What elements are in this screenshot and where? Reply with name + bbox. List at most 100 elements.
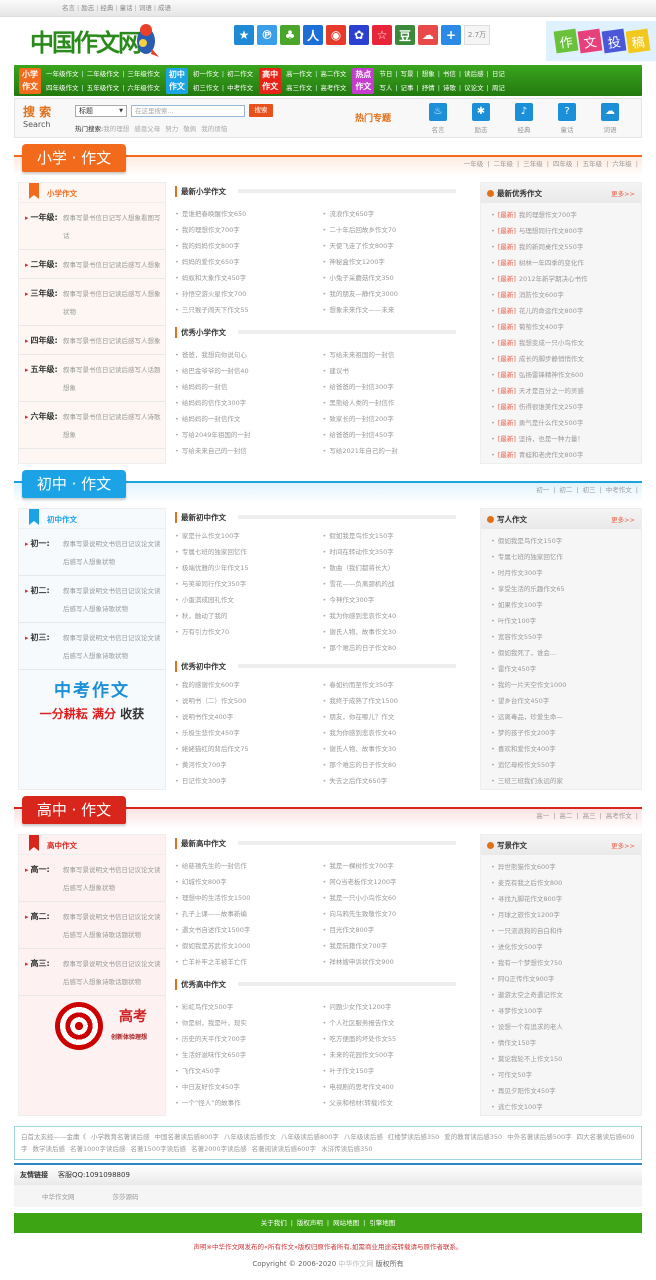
article-link[interactable]: 今神作文300字 <box>323 592 471 608</box>
grade-link[interactable]: 五年级 <box>583 160 603 168</box>
nav-link[interactable]: 初二作文 <box>227 70 253 78</box>
grade-tag[interactable]: 议论文 <box>135 913 155 921</box>
article-link[interactable]: 问题少女作文1200字 <box>323 999 471 1015</box>
grade-name[interactable]: 初一: <box>25 535 63 571</box>
tag-link[interactable]: 名著1500字读后感 <box>131 1145 187 1153</box>
grade-tag[interactable]: 叙事 <box>63 413 76 421</box>
nav-link[interactable]: 高三作文 <box>286 84 312 92</box>
nav-link[interactable]: 二年级作文 <box>87 70 120 78</box>
share-count[interactable]: 2.7万 <box>464 25 490 45</box>
article-link[interactable]: 与笑单同行作文350字 <box>175 576 323 592</box>
footer-link[interactable]: 版权声明 <box>297 1219 323 1227</box>
grade-tag[interactable]: 写景 <box>76 540 89 548</box>
more-link[interactable]: 更多>> <box>611 514 635 524</box>
grade-tag[interactable]: 诗歌 <box>102 652 115 660</box>
article-link[interactable]: 阿Q当老板作文1200字 <box>323 874 471 890</box>
grade-tag[interactable]: 写人 <box>76 605 89 613</box>
grade-tag[interactable]: 想象 <box>148 290 161 298</box>
featured-item[interactable]: 一只流浪狗的自白和件 <box>491 923 641 939</box>
grade-tag[interactable]: 写人 <box>135 290 148 298</box>
tag-link[interactable]: 八年级读后感作文 <box>224 1133 276 1141</box>
article-link[interactable]: 我的妈妈作文800字 <box>175 238 323 254</box>
grade-tag[interactable]: 日记 <box>122 913 135 921</box>
article-link[interactable]: 假如我是苏武作文1000 <box>175 938 323 954</box>
tag-link[interactable]: 名著阅读读后感600字 <box>252 1145 316 1153</box>
grade-tag[interactable]: 写景 <box>76 214 89 222</box>
article-link[interactable]: 孙悟空游火星作文700 <box>175 286 323 302</box>
plus-icon[interactable]: + <box>441 25 461 45</box>
featured-item[interactable]: [最新]葡萄作文400字 <box>491 319 641 335</box>
featured-item[interactable]: 追忆母校作文550字 <box>491 757 641 773</box>
grade-name[interactable]: 初三: <box>25 629 63 665</box>
article-link[interactable]: 给巴金爷爷的一封信40 <box>175 363 323 379</box>
featured-item[interactable]: 三班三班我们永远的家 <box>491 773 641 789</box>
tag-link[interactable]: 白首太玄经——金庸《 <box>21 1133 86 1141</box>
grade-tag[interactable]: 写景 <box>76 413 89 421</box>
grade-tag[interactable]: 读后感 <box>115 337 135 345</box>
featured-item[interactable]: [最新]我的理想作文700字 <box>491 207 641 223</box>
top-link[interactable]: 词语 <box>139 4 152 12</box>
category-title[interactable]: 小学作文 <box>47 188 77 199</box>
article-link[interactable]: 秋，触动了我的 <box>175 608 323 624</box>
featured-item[interactable]: 再见夕阳作文450字 <box>491 1083 641 1099</box>
grade-tag[interactable]: 想象 <box>89 605 102 613</box>
grade-link[interactable]: 四年级 <box>553 160 573 168</box>
nav-badge[interactable]: 高中 作文 <box>259 67 282 94</box>
grade-link[interactable]: 高二 <box>559 812 572 820</box>
footer-link[interactable]: 引擎地图 <box>369 1219 395 1227</box>
nav-link[interactable]: 读后感 <box>464 70 484 78</box>
tag-link[interactable]: 爱的教育读后感350 <box>444 1133 502 1141</box>
grade-tag[interactable]: 日记 <box>102 413 115 421</box>
article-link[interactable]: 妈妈的爱作文650字 <box>175 254 323 270</box>
nav-link[interactable]: 抒情 <box>422 84 435 92</box>
article-link[interactable]: 专属七班的独家回忆作 <box>175 544 323 560</box>
grade-tag[interactable]: 写人 <box>115 214 128 222</box>
grade-link[interactable]: 六年级 <box>612 160 632 168</box>
grade-tag[interactable]: 叙事 <box>63 214 76 222</box>
grade-tag[interactable]: 读后感 <box>115 366 135 374</box>
article-link[interactable]: 那个难忘的日子作文80 <box>323 640 471 656</box>
hot-search-link[interactable]: 努力 <box>165 125 178 133</box>
grade-tag[interactable]: 说明文 <box>89 866 109 874</box>
tag-link[interactable]: 名著1000字读后感 <box>70 1145 126 1153</box>
featured-item[interactable]: 我有一个梦想作文750 <box>491 955 641 971</box>
featured-item[interactable]: 情作文150字 <box>491 1035 641 1051</box>
section-title[interactable]: 小学 · 作文 <box>22 144 126 172</box>
friend-link[interactable]: 莎莎源码 <box>113 1191 139 1201</box>
article-link[interactable]: 蚂蚁和大象作文450字 <box>175 270 323 286</box>
nav-link[interactable]: 高二作文 <box>320 70 346 78</box>
grade-tag[interactable]: 书信 <box>89 214 102 222</box>
grade-tag[interactable]: 想象 <box>63 431 76 439</box>
article-link[interactable]: 散曲（我们都将长大） <box>323 560 471 576</box>
top-link[interactable]: 励志 <box>81 4 94 12</box>
nav-link[interactable]: 记事 <box>401 84 414 92</box>
article-link[interactable]: 建议书 <box>323 363 471 379</box>
nav-link[interactable]: 议论文 <box>464 84 484 92</box>
baidu-icon[interactable]: ✿ <box>349 25 369 45</box>
featured-item[interactable]: 我的一片天空作文1000 <box>491 677 641 693</box>
footer-link[interactable]: 网站地图 <box>333 1219 359 1227</box>
grade-name[interactable]: 高二: <box>25 908 63 944</box>
grade-tag[interactable]: 议论文 <box>135 540 155 548</box>
article-link[interactable]: 想象未来作文——未来 <box>323 302 471 318</box>
grade-tag[interactable]: 日记 <box>122 540 135 548</box>
grade-tag[interactable]: 写景 <box>76 587 89 595</box>
article-link[interactable]: 小蛋淇成园礼作文 <box>175 592 323 608</box>
nav-link[interactable]: 写景 <box>401 70 414 78</box>
article-link[interactable]: 给慈禧先生的一封信作 <box>175 858 323 874</box>
article-link[interactable]: 给妈妈的一封信 <box>175 379 323 395</box>
grade-tag[interactable]: 日记 <box>102 214 115 222</box>
article-link[interactable]: 父亲和棺材(转载)作文 <box>323 1095 471 1111</box>
featured-item[interactable]: 时月作文300字 <box>491 565 641 581</box>
grade-tag[interactable]: 说明文 <box>89 913 109 921</box>
article-link[interactable]: 祥林嫂申诉状作文900 <box>323 954 471 970</box>
nav-badge[interactable]: 小学 作文 <box>19 67 41 94</box>
article-link[interactable]: 小兔子采蘑菇作文350 <box>323 270 471 286</box>
grade-link[interactable]: 二年级 <box>493 160 513 168</box>
grade-tag[interactable]: 叙事 <box>63 337 76 345</box>
grade-tag[interactable]: 写景 <box>76 960 89 968</box>
grade-tag[interactable]: 话题 <box>148 366 161 374</box>
search-type-select[interactable]: 标题 ▼ <box>75 105 127 117</box>
featured-item[interactable]: [最新]天才是百分之一的灵感 <box>491 383 641 399</box>
grade-tag[interactable]: 叙事 <box>63 587 76 595</box>
